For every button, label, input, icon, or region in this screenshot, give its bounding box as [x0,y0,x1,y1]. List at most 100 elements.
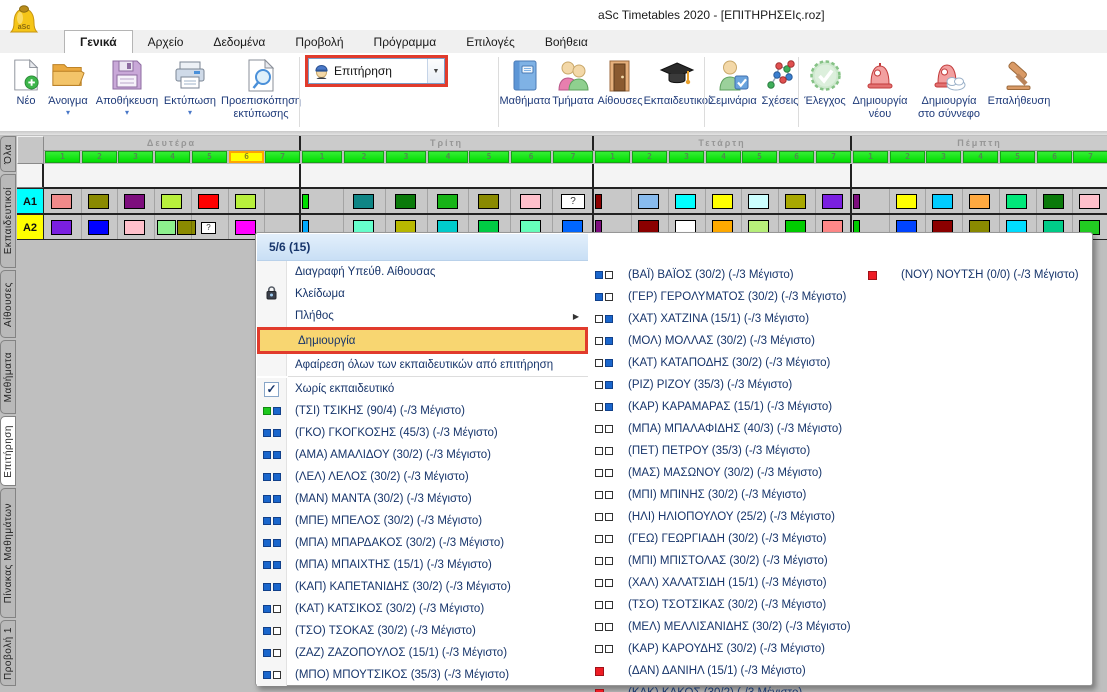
teacher-menu-item[interactable]: (ΤΣΟ) ΤΣΟΚΑΣ (30/2) (-/3 Μέγιστο) [257,620,588,642]
teacher-menu-item[interactable]: (ΝΟΥ) ΝΟΥΤΣΗ (0/0) (-/3 Μέγιστο) [861,264,1091,286]
period-cell[interactable]: 4 [428,151,468,163]
teacher-menu-item[interactable]: (ΚΑΠ) ΚΑΠΕΤΑΝΙΔΗΣ (30/2) (-/3 Μέγιστο) [257,576,588,598]
row-label-A2[interactable]: A2 [17,214,44,240]
period-cell-highlighted[interactable]: 6 [229,151,264,163]
teacher-menu-item[interactable]: (ΑΜΑ) ΑΜΑΛΙΔΟΥ (30/2) (-/3 Μέγιστο) [257,444,588,466]
period-cell[interactable]: 4 [155,151,190,163]
teacher-menu-item[interactable]: (ΜΠΑ) ΜΠΑΛΑΦΙΔΗΣ (40/3) (-/3 Μέγιστο) [588,418,861,440]
lesson-card-sliver[interactable] [853,194,860,209]
period-cell[interactable]: 7 [553,151,593,163]
menu-item[interactable]: Αφαίρεση όλων των εκπαιδευτικών από επιτ… [257,354,588,376]
teacher-menu-item[interactable]: (ΓΕΡ) ΓΕΡΟΛΥΜΑΤΟΣ (30/2) (-/3 Μέγιστο) [588,286,861,308]
lesson-card[interactable] [198,194,219,209]
teacher-menu-item[interactable]: (ΚΑΤ) ΚΑΤΣΙΚΟΣ (30/2) (-/3 Μέγιστο) [257,598,588,620]
teacher-menu-item[interactable]: (ΚΑΡ) ΚΑΡΟΥΔΗΣ (30/2) (-/3 Μέγιστο) [588,638,861,660]
period-cell[interactable]: 5 [1000,151,1035,163]
teacher-menu-item[interactable]: (ΔΑΝ) ΔΑΝΙΗΛ (15/1) (-/3 Μέγιστο) [588,660,861,682]
teacher-menu-item[interactable]: (ΚΑΤ) ΚΑΤΑΠΟΔΗΣ (30/2) (-/3 Μέγιστο) [588,352,861,374]
period-cell[interactable]: 2 [344,151,384,163]
sidebar-tab-5[interactable]: Επιτήρηση [0,416,16,486]
unknown-mini-box[interactable]: ? [201,222,216,234]
period-cell[interactable]: 1 [302,151,342,163]
sidebar-tab-1[interactable]: Όλα [0,136,16,172]
teacher-menu-item[interactable]: (ΜΟΛ) ΜΟΛΛΑΣ (30/2) (-/3 Μέγιστο) [588,330,861,352]
teacher-menu-item[interactable]: (ΒΑΪ) ΒΑΪΟΣ (30/2) (-/3 Μέγιστο) [588,264,861,286]
period-cell[interactable]: 4 [963,151,998,163]
period-cell[interactable]: 1 [595,151,630,163]
period-cell[interactable]: 4 [706,151,741,163]
menu-item[interactable]: ✓Χωρίς εκπαιδευτικό [257,378,588,400]
classes-button[interactable]: Τμήματα [550,55,596,108]
period-cell[interactable]: 2 [890,151,925,163]
teacher-menu-item[interactable]: (ΧΑΤ) ΧΑΤΖΙΝΑ (15/1) (-/3 Μέγιστο) [588,308,861,330]
period-cell[interactable]: 6 [779,151,814,163]
teacher-menu-item[interactable]: (ΚΑΚ) ΚΑΚΟΣ (30/2) (-/3 Μέγιστο) [588,682,861,692]
lesson-card[interactable] [520,194,541,209]
menu-item[interactable]: Κλείδωμα [257,283,588,305]
period-cell[interactable]: 5 [742,151,777,163]
print-preview-button[interactable]: Προεπισκόπηση εκτύπωσης [218,55,304,120]
menu-item[interactable]: Διαγραφή Υπεύθ. Αίθουσας [257,261,588,283]
chevron-down-icon[interactable]: ▾ [66,108,70,117]
teacher-menu-item[interactable]: (ΖΑΖ) ΖΑΖΟΠΟΥΛΟΣ (15/1) (-/3 Μέγιστο) [257,642,588,664]
chevron-down-icon[interactable]: ▾ [188,108,192,117]
menu-item-highlighted[interactable]: Δημιουργία [257,327,588,354]
period-cell[interactable]: 5 [192,151,227,163]
teacher-menu-item[interactable]: (ΤΣΙ) ΤΣΙΚΗΣ (90/4) (-/3 Μέγιστο) [257,400,588,422]
lesson-card[interactable] [638,194,659,209]
lessons-button[interactable]: Μαθήματα [500,55,550,108]
sidebar-tab-4[interactable]: Μαθήματα [0,340,16,414]
lesson-card[interactable] [1006,194,1027,209]
teacher-menu-item[interactable]: (ΧΑΛ) ΧΑΛΑΤΣΙΔΗ (15/1) (-/3 Μέγιστο) [588,572,861,594]
teacher-menu-item[interactable]: (ΜΠΟ) ΜΠΟΥΤΣΙΚΟΣ (35/3) (-/3 Μέγιστο) [257,664,588,686]
lesson-card[interactable] [88,194,109,209]
lesson-card[interactable] [235,194,256,209]
period-cell[interactable]: 7 [816,151,851,163]
lesson-card[interactable] [932,194,953,209]
checkbox-checked-icon[interactable]: ✓ [264,382,279,397]
teachers-button[interactable]: Εκπαιδευτικοί [644,55,710,108]
menu-item-2[interactable]: Αρχείο [133,30,199,53]
lesson-card[interactable] [51,194,72,209]
menu-item-3[interactable]: Δεδομένα [198,30,280,53]
teacher-menu-item[interactable]: (ΜΠΙ) ΜΠΙΝΗΣ (30/2) (-/3 Μέγιστο) [588,484,861,506]
sidebar-tab-2[interactable]: Εκπαιδευτικοί [0,174,16,268]
lesson-card[interactable] [785,194,806,209]
period-cell[interactable]: 2 [82,151,117,163]
generate-new-button[interactable]: Δημιουργία νέου [848,55,912,120]
sidebar-tab-6[interactable]: Πίνακας Μαθημάτων [0,488,16,618]
teacher-menu-item[interactable]: (ΜΑΝ) ΜΑΝΤΑ (30/2) (-/3 Μέγιστο) [257,488,588,510]
lesson-card[interactable] [969,194,990,209]
teacher-menu-item[interactable]: (ΠΕΤ) ΠΕΤΡΟΥ (35/3) (-/3 Μέγιστο) [588,440,861,462]
lesson-card[interactable] [1079,194,1100,209]
teacher-menu-item[interactable]: (ΓΚΟ) ΓΚΟΓΚΟΣΗΣ (45/3) (-/3 Μέγιστο) [257,422,588,444]
teacher-menu-item[interactable]: (ΗΛΙ) ΗΛΙΟΠΟΥΛΟΥ (25/2) (-/3 Μέγιστο) [588,506,861,528]
lesson-card[interactable] [88,220,109,235]
lesson-card[interactable] [51,220,72,235]
open-button[interactable]: Άνοιγμα▾ [44,55,92,117]
period-cell[interactable]: 3 [118,151,153,163]
lesson-card[interactable] [124,220,145,235]
teacher-menu-item[interactable]: (ΡΙΖ) ΡΙΖΟΥ (35/3) (-/3 Μέγιστο) [588,374,861,396]
teacher-menu-item[interactable]: (ΜΑΣ) ΜΑΣΩΝΟΥ (30/2) (-/3 Μέγιστο) [588,462,861,484]
print-button[interactable]: Εκτύπωση▾ [162,55,218,117]
menu-item-5[interactable]: Πρόγραμμα [359,30,452,53]
rooms-button[interactable]: Αίθουσες [596,55,644,108]
sidebar-tab-7[interactable]: Προβολή 1 [0,620,16,686]
period-cell[interactable]: 5 [469,151,509,163]
lesson-card[interactable] [161,194,182,209]
lesson-card-sliver[interactable] [595,194,602,209]
period-cell[interactable]: 2 [632,151,667,163]
teacher-menu-item[interactable]: (ΜΠΑ) ΜΠΑΙΧΤΗΣ (15/1) (-/3 Μέγιστο) [257,554,588,576]
chevron-down-icon[interactable]: ▾ [125,108,129,117]
period-cell[interactable]: 3 [926,151,961,163]
period-cell[interactable]: 7 [1073,151,1107,163]
period-cell[interactable]: 3 [386,151,426,163]
relations-button[interactable]: Σχέσεις [758,55,802,108]
lesson-card[interactable] [822,194,843,209]
period-cell[interactable]: 7 [265,151,300,163]
view-mode-select[interactable]: Επιτήρηση ▼ [308,58,445,84]
row-label-A1[interactable]: A1 [17,188,44,214]
period-cell[interactable]: 6 [1037,151,1072,163]
lesson-card[interactable] [437,194,458,209]
